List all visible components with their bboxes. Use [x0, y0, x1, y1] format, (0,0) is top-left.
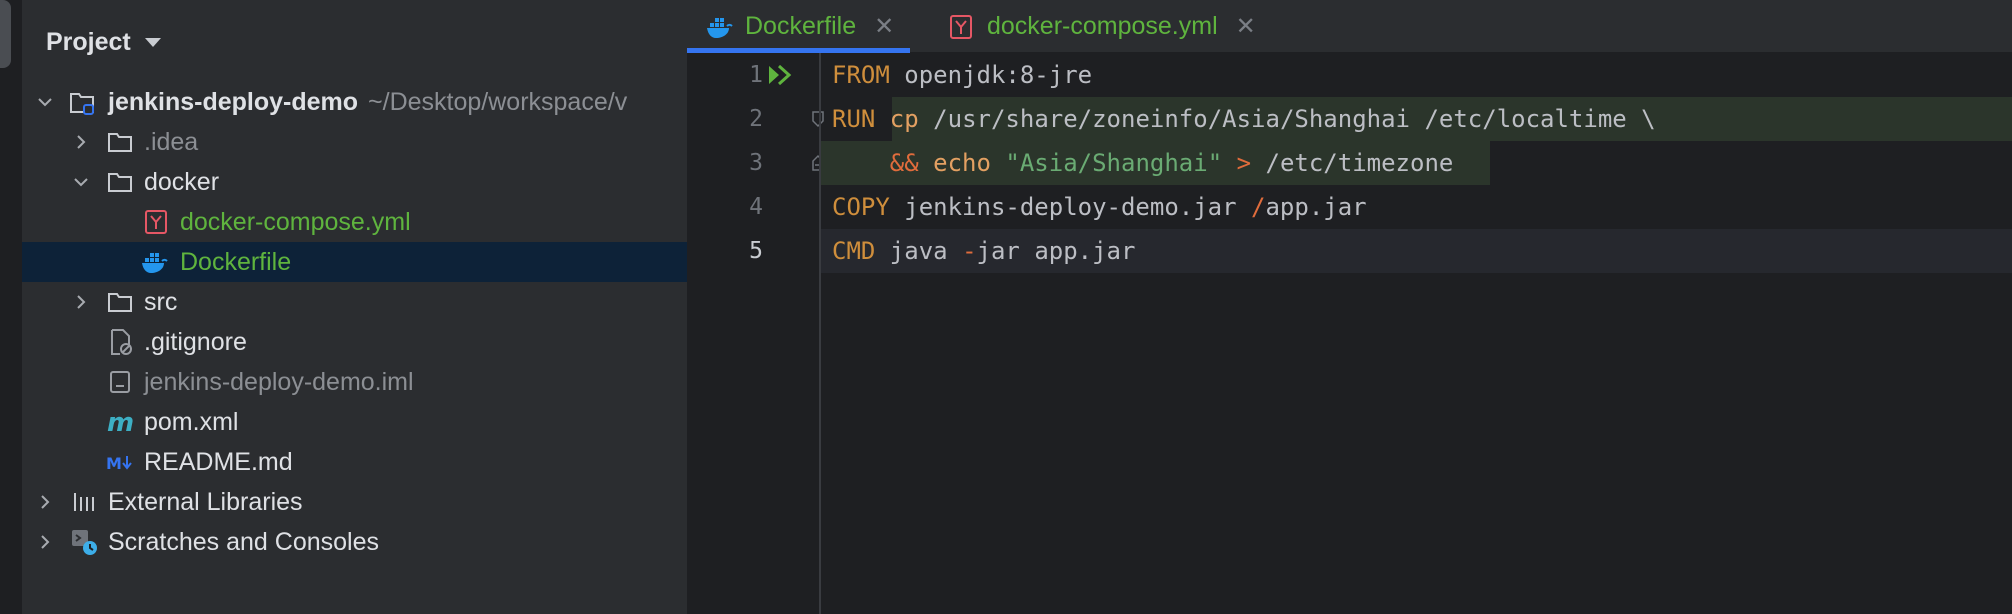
- tree-item-label: .idea: [144, 128, 199, 156]
- scratches-icon: [70, 528, 98, 556]
- close-icon[interactable]: ✕: [874, 12, 894, 41]
- close-icon[interactable]: ✕: [1236, 12, 1256, 41]
- tab-docker-compose[interactable]: docker-compose.yml ✕: [933, 0, 1272, 53]
- chevron-right-icon[interactable]: [70, 291, 92, 313]
- tree-item-idea-folder[interactable]: .idea: [22, 122, 687, 162]
- line-number: 2: [749, 106, 763, 132]
- tool-window-stripe-button[interactable]: [0, 0, 11, 68]
- gitignore-file-icon: [106, 328, 134, 356]
- editor-gutter[interactable]: 1 2 3 4 5: [687, 53, 824, 614]
- tree-item-label: jenkins-deploy-demo.iml: [144, 368, 414, 396]
- code-token: openjdk:8-jre: [889, 61, 1093, 89]
- yaml-icon: [945, 13, 977, 41]
- code-token: echo: [918, 149, 991, 177]
- yaml-icon: [142, 208, 170, 236]
- left-tool-strip: [0, 0, 22, 614]
- project-tool-window: Project jenkins-deploy-demo ~/Desktop/wor…: [22, 0, 687, 614]
- tree-item-label: jenkins-deploy-demo: [108, 88, 359, 116]
- tree-item-pom[interactable]: m pom.xml: [22, 402, 687, 442]
- code-line[interactable]: && echo "Asia/Shanghai" > /etc/timezone: [821, 141, 2012, 185]
- module-folder-icon: [68, 88, 96, 116]
- tree-item-scratches[interactable]: Scratches and Consoles: [22, 522, 687, 562]
- tree-item-src-folder[interactable]: src: [22, 282, 687, 322]
- editor-tab-bar: Dockerfile ✕ docker-compose.yml ✕: [687, 0, 2012, 53]
- tab-label: Dockerfile: [745, 12, 857, 40]
- tree-item-docker-compose[interactable]: docker-compose.yml: [22, 202, 687, 242]
- chevron-right-icon[interactable]: [70, 131, 92, 153]
- code-editor[interactable]: FROM openjdk:8-jre RUN cp /usr/share/zon…: [821, 53, 2012, 614]
- tree-item-gitignore[interactable]: .gitignore: [22, 322, 687, 362]
- chevron-right-icon[interactable]: [34, 531, 56, 553]
- code-line-current[interactable]: CMD java -jar app.jar: [821, 229, 2012, 273]
- tree-item-dockerfile[interactable]: Dockerfile: [22, 242, 687, 282]
- tree-item-label: README.md: [144, 448, 293, 476]
- tree-item-label: docker-compose.yml: [180, 208, 411, 236]
- run-icon[interactable]: [767, 63, 795, 92]
- project-panel-header[interactable]: Project: [46, 22, 161, 62]
- code-token: RUN: [832, 105, 876, 133]
- line-number: 1: [749, 62, 763, 88]
- code-line[interactable]: RUN cp /usr/share/zoneinfo/Asia/Shanghai…: [821, 97, 2012, 141]
- maven-icon: m: [106, 408, 134, 436]
- tree-item-label: Scratches and Consoles: [108, 528, 379, 556]
- code-token: "Asia/Shanghai": [1005, 149, 1223, 177]
- tab-dockerfile[interactable]: Dockerfile ✕: [687, 0, 911, 53]
- tree-item-label: src: [144, 288, 178, 316]
- tab-label: docker-compose.yml: [987, 12, 1218, 40]
- svg-text:m: m: [107, 408, 134, 436]
- code-token: /etc/timezone: [1251, 149, 1454, 177]
- chevron-right-icon[interactable]: [34, 491, 56, 513]
- folder-icon: [106, 128, 134, 156]
- tree-item-label: docker: [144, 168, 220, 196]
- code-token: COPY: [832, 193, 890, 221]
- code-token: jenkins-deploy-demo.jar: [889, 193, 1252, 221]
- chevron-down-icon[interactable]: [144, 37, 161, 47]
- docker-whale-icon: [140, 248, 168, 276]
- tree-item-iml[interactable]: jenkins-deploy-demo.iml: [22, 362, 687, 402]
- module-file-icon: [106, 368, 134, 396]
- svg-text:M: M: [106, 454, 122, 473]
- code-line[interactable]: FROM openjdk:8-jre: [821, 53, 2012, 97]
- tree-item-label: .gitignore: [144, 328, 247, 356]
- code-token: /usr/share/zoneinfo/Asia/Shanghai /etc/l…: [918, 105, 1656, 133]
- code-token: &&: [889, 149, 919, 177]
- code-token: -: [962, 237, 977, 265]
- markdown-icon: M: [106, 448, 134, 476]
- code-token: FROM: [832, 61, 890, 89]
- editor-area: Dockerfile ✕ docker-compose.yml ✕ 1 2 3 …: [687, 0, 2012, 614]
- code-token: CMD: [832, 237, 876, 265]
- line-number: 4: [749, 194, 763, 220]
- code-token: jar app.jar: [976, 237, 1136, 265]
- line-number: 5: [749, 238, 763, 264]
- library-icon: [70, 488, 98, 516]
- chevron-down-icon[interactable]: [34, 91, 56, 113]
- code-token: /: [1251, 193, 1266, 221]
- docker-whale-icon: [703, 13, 735, 41]
- line-number: 3: [749, 150, 763, 176]
- code-token: app.jar: [1265, 193, 1367, 221]
- tree-item-docker-folder[interactable]: docker: [22, 162, 687, 202]
- folder-icon: [106, 288, 134, 316]
- tree-item-label: Dockerfile: [180, 248, 292, 276]
- tree-item-root-module[interactable]: jenkins-deploy-demo ~/Desktop/workspace/v: [22, 82, 687, 122]
- tree-item-readme[interactable]: M README.md: [22, 442, 687, 482]
- code-token: >: [1236, 149, 1252, 177]
- code-line[interactable]: COPY jenkins-deploy-demo.jar /app.jar: [821, 185, 2012, 229]
- tree-item-path: ~/Desktop/workspace/v: [368, 88, 628, 116]
- tree-item-label: External Libraries: [108, 488, 303, 516]
- tree-item-label: pom.xml: [144, 408, 239, 436]
- folder-icon: [106, 168, 134, 196]
- code-token: cp: [875, 105, 919, 133]
- chevron-down-icon[interactable]: [70, 171, 92, 193]
- project-panel-title: Project: [46, 27, 131, 56]
- tree-item-external-libraries[interactable]: External Libraries: [22, 482, 687, 522]
- code-token: java: [875, 237, 963, 265]
